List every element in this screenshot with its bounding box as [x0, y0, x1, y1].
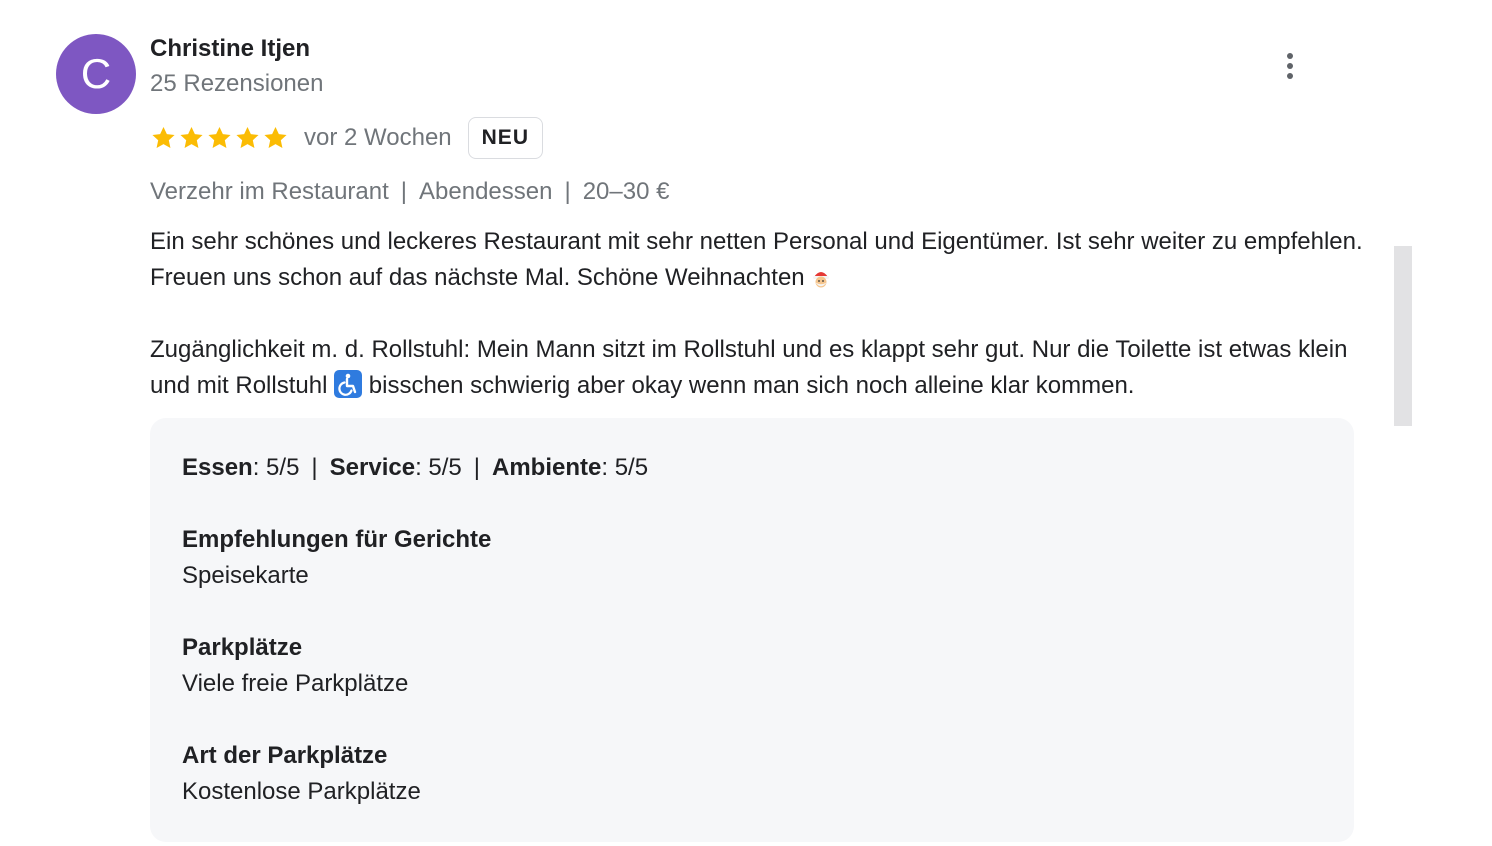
score-row: Essen: 5/5 | Service: 5/5 | Ambiente: 5/5: [182, 452, 648, 484]
star-icon: [178, 125, 205, 151]
visit-meta: Verzehr im Restaurant | Abendessen | 20–30 €: [150, 176, 669, 208]
detail-value: Speisekarte: [182, 562, 309, 589]
score-label-food: Essen: [182, 454, 253, 481]
star-icon: [234, 125, 261, 151]
detail-label: Parkplätze: [182, 634, 303, 661]
santa-emoji-icon: [811, 264, 831, 288]
review-paragraph-text: Ein sehr schönes und leckeres Restaurant…: [150, 228, 1363, 291]
review-text: Ein sehr schönes und leckeres Restaurant…: [150, 224, 1370, 404]
detail-dish-recommendations: Empfehlungen für Gerichte Speisekarte: [182, 522, 491, 594]
new-badge: NEU: [467, 117, 543, 159]
meta-separator: |: [564, 178, 571, 205]
score-separator: |: [311, 454, 318, 481]
review-paragraph-text: bisschen schwierig aber okay wenn man si…: [368, 372, 1135, 399]
star-icon: [206, 125, 233, 151]
detail-parking-type: Art der Parkplätze Kostenlose Parkplätze: [182, 738, 421, 810]
detail-parking: Parkplätze Viele freie Parkplätze: [182, 630, 408, 702]
review-paragraph: Ein sehr schönes und leckeres Restaurant…: [150, 224, 1370, 296]
more-options-button[interactable]: [1272, 46, 1308, 86]
score-label-ambience: Ambiente: [492, 454, 602, 481]
details-panel: Essen: 5/5 | Service: 5/5 | Ambiente: 5/5 Em…: [150, 418, 1354, 842]
author-name[interactable]: Christine Itjen: [150, 34, 310, 64]
score-value-service: : 5/5: [415, 454, 462, 481]
score-separator: |: [473, 454, 480, 481]
score-value-food: : 5/5: [252, 454, 300, 481]
review-paragraph: Zugänglichkeit m. d. Rollstuhl: Mein Man…: [150, 332, 1370, 404]
rating-row: vor 2 Wochen NEU: [150, 116, 543, 160]
price-range: 20–30 €: [582, 178, 670, 205]
star-icon: [150, 125, 177, 151]
scrollbar-thumb[interactable]: [1394, 246, 1412, 426]
detail-value: Viele freie Parkplätze: [182, 670, 409, 697]
star-rating: [150, 125, 290, 151]
author-review-count[interactable]: 25 Rezensionen: [150, 69, 323, 99]
detail-label: Art der Parkplätze: [182, 742, 388, 769]
detail-label: Empfehlungen für Gerichte: [182, 526, 492, 553]
meta-separator: |: [400, 178, 408, 205]
wheelchair-emoji-icon: [334, 370, 363, 398]
review-time: vor 2 Wochen: [304, 124, 452, 151]
score-label-service: Service: [329, 454, 416, 481]
detail-value: Kostenlose Parkplätze: [182, 778, 421, 805]
avatar[interactable]: C: [56, 34, 136, 114]
review-card: C Christine Itjen 25 Rezensionen vor 2 W…: [0, 0, 1492, 846]
score-value-ambience: : 5/5: [601, 454, 649, 481]
star-icon: [262, 125, 289, 151]
service-type: Verzehr im Restaurant: [150, 178, 389, 205]
meal-type: Abendessen: [419, 178, 553, 205]
